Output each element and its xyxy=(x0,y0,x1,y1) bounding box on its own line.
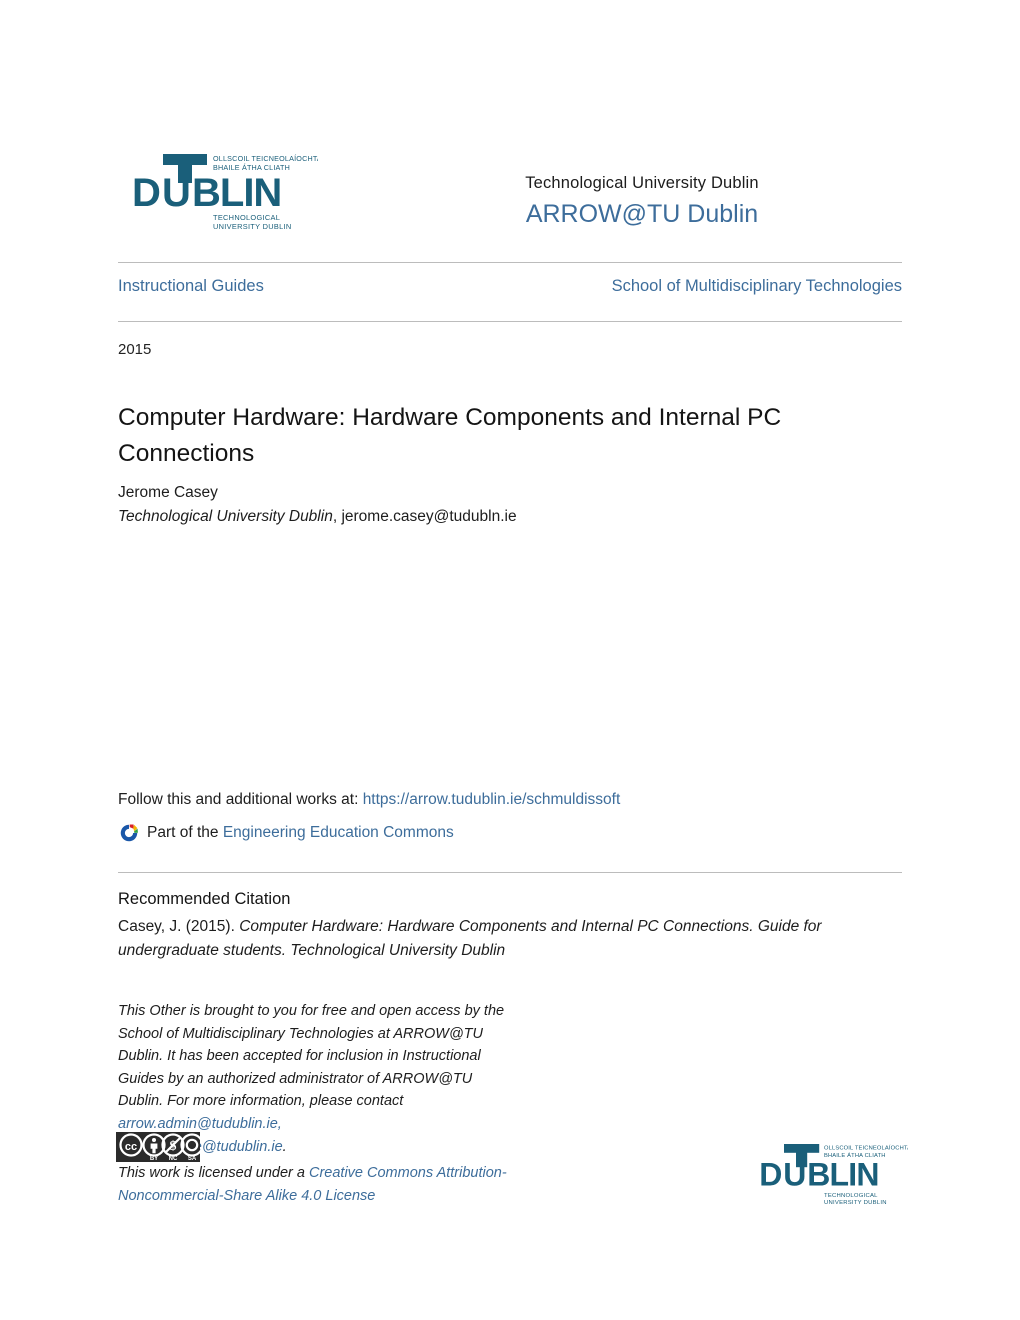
school-link[interactable]: School of Multidisciplinary Technologies xyxy=(612,277,902,296)
recommended-citation-body: Casey, J. (2015). Computer Hardware: Har… xyxy=(118,915,886,963)
masthead: OLLSCOIL TEICNEOLAÍOCHTA BHAILE ÁTHA CLI… xyxy=(118,142,902,246)
digital-commons-network-icon xyxy=(120,824,138,842)
svg-text:OLLSCOIL TEICNEOLAÍOCHTA: OLLSCOIL TEICNEOLAÍOCHTA xyxy=(213,154,318,163)
repository-name[interactable]: ARROW@TU Dublin xyxy=(382,196,902,232)
series-row: Instructional Guides School of Multidisc… xyxy=(118,277,902,296)
collection-link[interactable]: Instructional Guides xyxy=(118,277,264,296)
follow-prefix: Follow this and additional works at: xyxy=(118,791,363,808)
divider-top xyxy=(118,262,902,263)
citation-prefix: Casey, J. (2015). xyxy=(118,918,240,935)
collection-url-link[interactable]: https://arrow.tudublin.ie/schmuldissoft xyxy=(363,791,621,808)
admin-email-1[interactable]: arrow.admin@tudublin.ie, xyxy=(118,1116,282,1132)
svg-text:TECHNOLOGICAL: TECHNOLOGICAL xyxy=(824,1193,878,1199)
commons-link[interactable]: Engineering Education Commons xyxy=(223,824,454,841)
university-name: Technological University Dublin xyxy=(525,174,759,192)
svg-text:D: D xyxy=(759,1157,782,1193)
part-of-text: Part of the Engineering Education Common… xyxy=(147,821,454,845)
repository-brand: Technological University Dublin ARROW@TU… xyxy=(382,172,902,233)
page-title: Computer Hardware: Hardware Components a… xyxy=(118,404,782,467)
author-affiliation-line: Technological University Dublin, jerome.… xyxy=(118,505,878,529)
svg-text:BLIN: BLIN xyxy=(807,1157,878,1193)
access-statement-text: This Other is brought to you for free an… xyxy=(118,1003,505,1110)
svg-text:BLIN: BLIN xyxy=(192,171,281,215)
author-name: Jerome Casey xyxy=(118,484,218,501)
divider-citation xyxy=(118,872,902,873)
svg-text:cc: cc xyxy=(125,1141,137,1153)
document-page: OLLSCOIL TEICNEOLAÍOCHTA BHAILE ÁTHA CLI… xyxy=(0,0,1020,1320)
follow-line: Follow this and additional works at: htt… xyxy=(118,788,898,812)
part-of-prefix: Part of the xyxy=(147,824,223,842)
part-of-line: Part of the Engineering Education Common… xyxy=(118,821,898,845)
svg-text:U: U xyxy=(162,171,190,215)
author-email: jerome.casey@tudubln.ie xyxy=(341,508,517,526)
tu-dublin-logo-icon: OLLSCOIL TEICNEOLAÍOCHTA BHAILE ÁTHA CLI… xyxy=(132,154,318,231)
author-block: Jerome Casey Technological University Du… xyxy=(118,481,878,529)
recommended-citation-heading: Recommended Citation xyxy=(118,890,291,908)
publication-year: 2015 xyxy=(118,341,152,358)
footer-tu-dublin-logo: OLLSCOIL TEICNEOLAÍOCHTA BHAILE ÁTHA CLI… xyxy=(748,1136,911,1216)
svg-text:UNIVERSITY DUBLIN: UNIVERSITY DUBLIN xyxy=(213,222,291,231)
svg-text:UNIVERSITY DUBLIN: UNIVERSITY DUBLIN xyxy=(824,1200,887,1206)
svg-text:U: U xyxy=(783,1157,806,1193)
license-note-prefix: This work is licensed under a xyxy=(118,1165,309,1181)
divider-series xyxy=(118,321,902,322)
access-statement-end: . xyxy=(282,1138,287,1155)
follow-block: Follow this and additional works at: htt… xyxy=(118,788,898,845)
tu-dublin-logo: OLLSCOIL TEICNEOLAÍOCHTA BHAILE ÁTHA CLI… xyxy=(118,144,318,244)
svg-text:OLLSCOIL TEICNEOLAÍOCHTA: OLLSCOIL TEICNEOLAÍOCHTA xyxy=(824,1145,908,1152)
svg-text:D: D xyxy=(132,171,160,215)
svg-text:TECHNOLOGICAL: TECHNOLOGICAL xyxy=(213,213,280,222)
tu-dublin-logo-icon-footer: OLLSCOIL TEICNEOLAÍOCHTA BHAILE ÁTHA CLI… xyxy=(759,1144,911,1206)
cc-license-badge[interactable]: cc $ BY NC SA xyxy=(116,1132,200,1162)
license-note: This work is licensed under a Creative C… xyxy=(118,1162,518,1207)
creative-commons-by-nc-sa-badge-icon: cc $ BY NC SA xyxy=(116,1132,200,1162)
author-affiliation: Technological University Dublin xyxy=(118,508,333,526)
